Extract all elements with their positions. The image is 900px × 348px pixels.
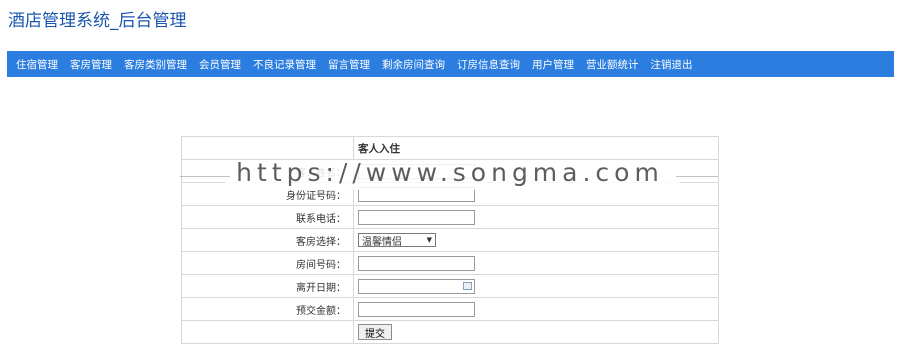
chevron-down-icon: ▼ — [426, 236, 432, 244]
nav-item-logout[interactable]: 注销退出 — [651, 57, 693, 72]
form-header-row: 客人入住 — [181, 136, 719, 160]
room-no-label: 房间号码： — [181, 251, 354, 275]
room-type-label: 客房选择： — [181, 228, 354, 252]
nav-item-bookings[interactable]: 订房信息查询 — [457, 57, 520, 72]
room-type-selected: 温馨情侣 — [362, 236, 402, 248]
nav-item-messages[interactable]: 留言管理 — [328, 57, 370, 72]
nav-item-revenue[interactable]: 营业额统计 — [586, 57, 639, 72]
nav-item-checkin[interactable]: 住宿管理 — [16, 57, 58, 72]
calendar-icon[interactable] — [463, 281, 472, 290]
nav-item-vacant-rooms[interactable]: 剩余房间查询 — [382, 57, 445, 72]
form-row-room-type: 客房选择： 温馨情侣 ▼ — [181, 228, 719, 252]
form-row-leave-date: 离开日期： — [181, 274, 719, 298]
form-row-room-no: 房间号码： — [181, 251, 719, 275]
watermark-line-left — [180, 176, 230, 177]
nav-item-members[interactable]: 会员管理 — [199, 57, 241, 72]
leave-date-picker — [358, 278, 475, 294]
deposit-input[interactable] — [358, 301, 475, 317]
phone-input[interactable] — [358, 209, 475, 225]
form-title: 客人入住 — [353, 136, 719, 160]
watermark-background — [225, 160, 680, 190]
leave-date-input[interactable] — [358, 278, 475, 294]
submit-button[interactable]: 提交 — [358, 324, 392, 340]
watermark-line-right — [676, 176, 718, 177]
phone-label: 联系电话： — [181, 205, 354, 229]
nav-item-bad-records[interactable]: 不良记录管理 — [253, 57, 316, 72]
room-no-input[interactable] — [358, 255, 475, 271]
nav-item-room-categories[interactable]: 客房类别管理 — [124, 57, 187, 72]
nav-item-users[interactable]: 用户管理 — [532, 57, 574, 72]
form-row-deposit: 预交金额： — [181, 297, 719, 321]
leave-date-label: 离开日期： — [181, 274, 354, 298]
top-nav: 住宿管理 客房管理 客房类别管理 会员管理 不良记录管理 留言管理 剩余房间查询… — [7, 51, 894, 77]
form-row-phone: 联系电话： — [181, 205, 719, 229]
room-type-select[interactable]: 温馨情侣 ▼ — [358, 233, 436, 248]
form-row-submit: 提交 — [181, 320, 719, 344]
deposit-label: 预交金额： — [181, 297, 354, 321]
app-title: 酒店管理系统_后台管理 — [8, 11, 187, 31]
nav-item-rooms[interactable]: 客房管理 — [70, 57, 112, 72]
